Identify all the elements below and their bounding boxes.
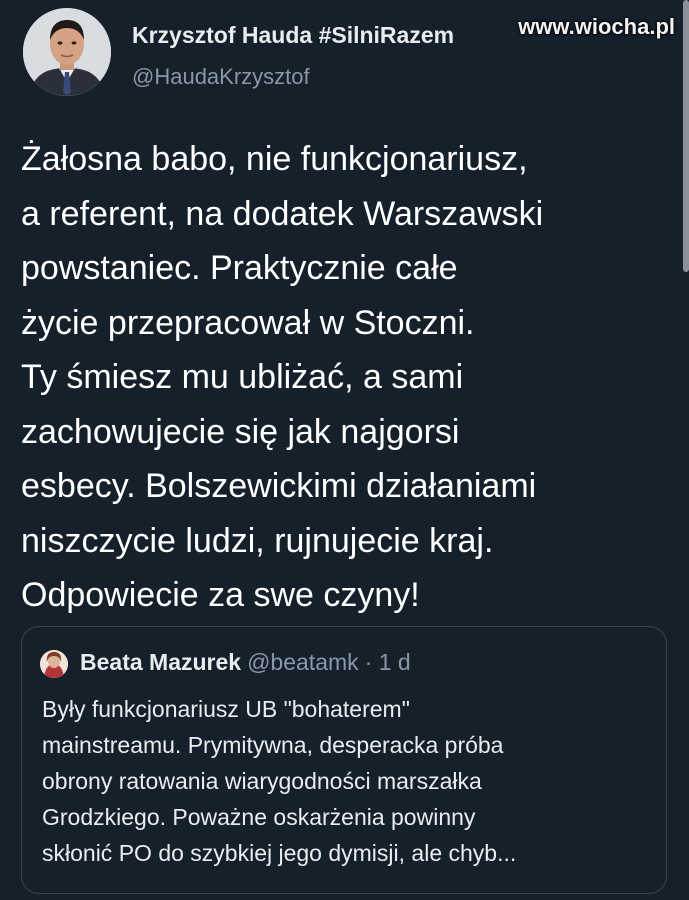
- quoted-author-avatar: [40, 650, 68, 678]
- quoted-author-name[interactable]: Beata Mazurek: [80, 649, 241, 675]
- quoted-tweet-text: Były funkcjonariusz UB "bohaterem" mains…: [42, 696, 517, 866]
- quoted-header: Beata Mazurek @beatamk · 1 d: [80, 649, 411, 676]
- tweet-text: Żałosna babo, nie funkcjonariusz, a refe…: [21, 140, 544, 614]
- author-handle[interactable]: @HaudaKrzysztof: [132, 64, 310, 90]
- author-avatar[interactable]: [23, 8, 111, 96]
- quoted-tweet[interactable]: Beata Mazurek @beatamk · 1 d Były funkcjon…: [21, 626, 667, 894]
- watermark: www.wiocha.pl: [518, 14, 675, 39]
- scrollbar-thumb[interactable]: [683, 0, 689, 272]
- tweet-card: Krzysztof Hauda #SilniRazem @HaudaKrzysz…: [0, 0, 689, 900]
- author-name[interactable]: Krzysztof Hauda #SilniRazem: [132, 22, 454, 49]
- quoted-author-handle[interactable]: @beatamk: [247, 649, 359, 675]
- quoted-timestamp: · 1 d: [364, 649, 411, 675]
